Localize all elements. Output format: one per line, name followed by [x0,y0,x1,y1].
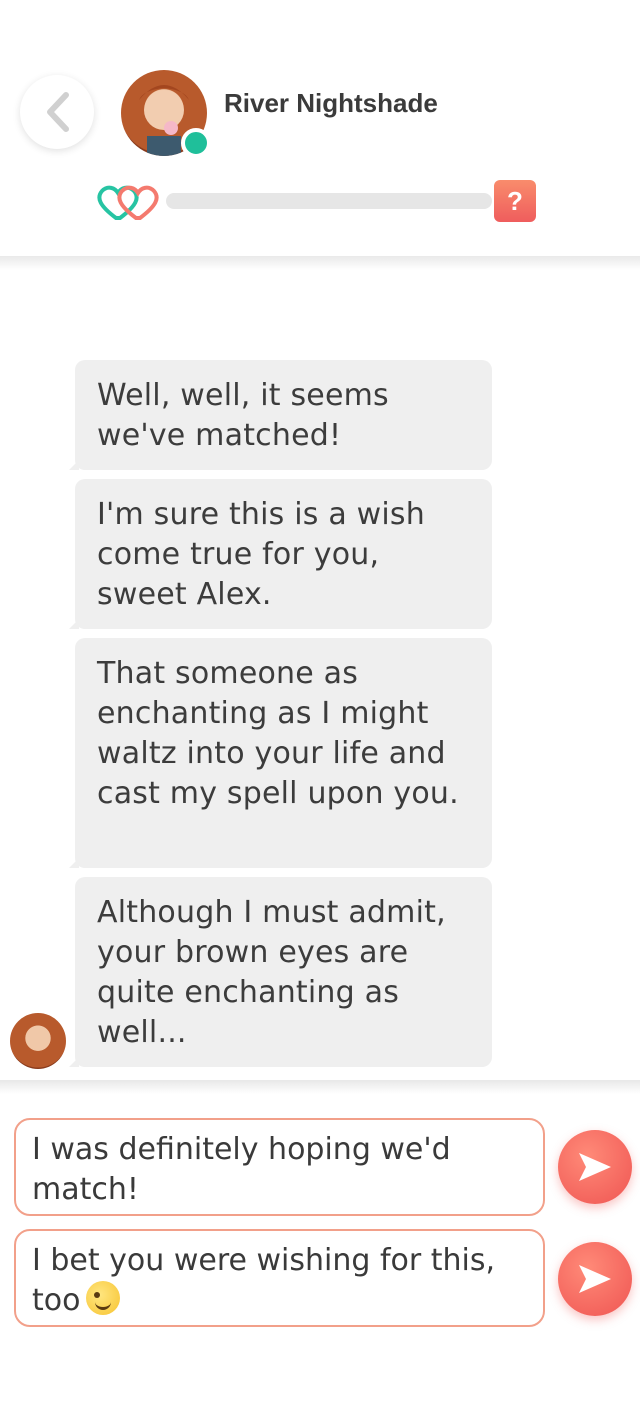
send-reply-button[interactable] [558,1242,632,1316]
header-divider [0,256,640,270]
help-button[interactable]: ? [494,180,536,222]
chevron-left-icon [47,92,69,132]
reply-option[interactable]: I bet you were wishing for this, too [14,1229,545,1327]
message-bubble: That someone as enchanting as I might wa… [69,638,492,868]
chat-header: River Nightshade ? [0,0,640,260]
hearts-icon [97,185,159,220]
message-bubble: Although I must admit, your brown eyes a… [69,877,492,1067]
affection-progress-track [166,193,492,209]
send-arrow-icon [579,1153,611,1181]
send-arrow-icon [579,1265,611,1293]
back-button[interactable] [20,75,94,149]
online-status-indicator [181,128,211,158]
reply-option-text: I was definitely hoping we'd match! [32,1132,451,1207]
contact-name: River Nightshade [224,88,438,118]
reply-divider [0,1080,640,1094]
chat-screen: River Nightshade ? Well, well, it seems … [0,0,640,1422]
wink-emoji-icon [86,1281,121,1315]
message-bubble: Well, well, it seems we've matched! [69,360,492,470]
message-bubble: I'm sure this is a wish come true for yo… [69,479,492,629]
reply-option[interactable]: I was definitely hoping we'd match! [14,1118,545,1216]
sender-avatar [10,1013,66,1069]
send-reply-button[interactable] [558,1130,632,1204]
affection-meter: ? [96,180,538,222]
